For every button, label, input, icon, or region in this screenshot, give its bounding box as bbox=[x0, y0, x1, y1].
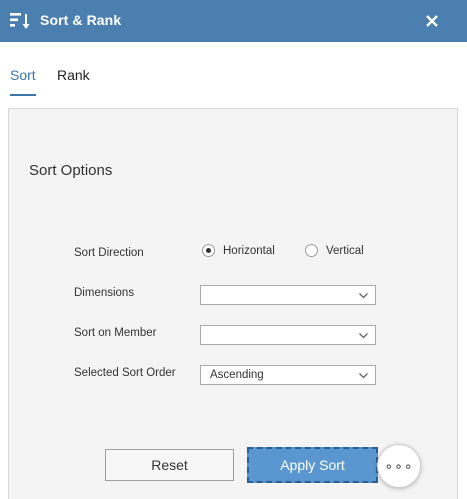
sort-descending-icon bbox=[10, 13, 30, 29]
panel-title: Sort Options bbox=[29, 162, 113, 179]
dialog-title: Sort & Rank bbox=[40, 12, 122, 28]
radio-vertical[interactable]: Vertical bbox=[305, 244, 364, 257]
chevron-down-icon bbox=[359, 293, 368, 299]
tab-rank[interactable]: Rank bbox=[57, 67, 90, 83]
chevron-down-icon bbox=[359, 333, 368, 339]
tab-sort[interactable]: Sort bbox=[10, 67, 36, 83]
reset-button[interactable]: Reset bbox=[105, 449, 234, 481]
sort-on-member-label: Sort on Member bbox=[74, 327, 157, 339]
tab-bar: Sort Rank bbox=[0, 42, 467, 104]
more-options-button[interactable]: ∘∘∘ bbox=[377, 444, 421, 488]
sort-order-select[interactable]: Ascending bbox=[200, 365, 376, 385]
active-tab-indicator bbox=[10, 94, 36, 96]
selected-sort-order-label: Selected Sort Order bbox=[74, 367, 176, 379]
radio-dot bbox=[305, 244, 318, 257]
sort-direction-label: Sort Direction bbox=[74, 247, 144, 259]
apply-sort-button[interactable]: Apply Sort bbox=[247, 447, 378, 483]
chevron-down-icon bbox=[359, 373, 368, 379]
sort-on-member-select[interactable] bbox=[200, 325, 376, 345]
radio-horizontal-label: Horizontal bbox=[223, 244, 275, 257]
dialog-titlebar: Sort & Rank bbox=[0, 0, 467, 42]
radio-horizontal[interactable]: Horizontal bbox=[202, 244, 275, 257]
dimensions-select[interactable] bbox=[200, 285, 376, 305]
sort-order-value: Ascending bbox=[210, 369, 264, 381]
close-icon[interactable] bbox=[424, 13, 440, 29]
dimensions-label: Dimensions bbox=[74, 287, 135, 299]
sort-options-panel: Sort Options Sort Direction Horizontal V… bbox=[8, 108, 458, 499]
radio-vertical-label: Vertical bbox=[326, 244, 364, 257]
radio-dot-selected bbox=[202, 244, 215, 257]
